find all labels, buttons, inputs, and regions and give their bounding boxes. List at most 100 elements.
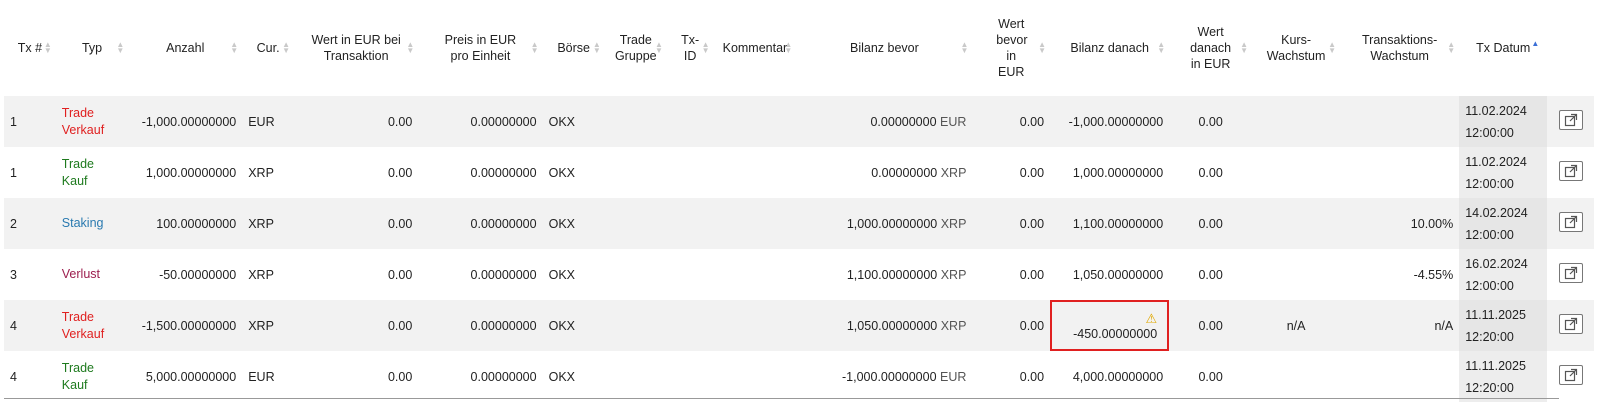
column-header[interactable]: Tx Datum ▲ [1459, 0, 1547, 96]
open-transaction-button[interactable] [1558, 365, 1583, 385]
actions-header [1547, 0, 1594, 96]
open-transaction-button[interactable] [1558, 212, 1583, 232]
type-cell: Trade Kauf [61, 360, 94, 392]
column-header[interactable]: Bilanz bevor ▲ ▼ [796, 0, 972, 96]
column-header-label: Tx # [17, 41, 43, 55]
column-header-label: Transaktions-Wachstum [1362, 33, 1438, 63]
column-header-label: Kommentar [722, 41, 788, 55]
column-header[interactable]: Kurs-Wachstum ▲ ▼ [1252, 0, 1340, 96]
exchange-cell: OKX [548, 369, 575, 384]
sort-icon[interactable]: ▲ ▼ [784, 41, 792, 55]
column-header[interactable]: Typ ▲ ▼ [56, 0, 129, 96]
column-header[interactable]: Wert bevor in EUR ▲ ▼ [972, 0, 1050, 96]
balance-after-value: -450.00000000 [1073, 326, 1158, 341]
table-bottom-border [4, 398, 1559, 399]
balance-before-cell: -1,000.00000000 EUR [796, 351, 972, 402]
sort-icon[interactable]: ▲ ▼ [702, 41, 710, 55]
tx-id-cell [667, 249, 714, 300]
sort-icon[interactable]: ▲ ▼ [593, 41, 601, 55]
tx-growth-cell [1340, 147, 1459, 198]
balance-after-cell: 1,050.00000000 [1072, 267, 1164, 282]
sort-icon[interactable]: ▲ ▼ [1328, 41, 1336, 55]
sort-icon[interactable]: ▲ ▼ [1157, 41, 1165, 55]
tx-date-cell: 11.11.2025 12:20:00 [1459, 300, 1548, 351]
sort-icon[interactable]: ▲ [1531, 40, 1539, 48]
comment-cell [713, 147, 796, 198]
trade-group-cell [605, 249, 667, 300]
table-row[interactable]: 1 Trade Verkauf -1,000.00000000 EUR 0.00 0.00… [4, 96, 1594, 147]
sort-icon[interactable]: ▲ ▼ [44, 41, 52, 55]
column-header[interactable]: Wert in EUR bei Transaktion ▲ ▼ [294, 0, 418, 96]
table-row[interactable]: 1 Trade Kauf 1,000.00000000 XRP 0.00 0.000000… [4, 147, 1594, 198]
column-header[interactable]: Preis in EUR pro Einheit ▲ ▼ [418, 0, 542, 96]
exchange-cell: OKX [548, 318, 575, 333]
column-header[interactable]: Trade Gruppe ▲ ▼ [605, 0, 667, 96]
open-transaction-button[interactable] [1558, 263, 1583, 283]
value-after-cell: 0.00 [1198, 114, 1223, 129]
sort-icon[interactable]: ▲ ▼ [531, 41, 539, 55]
column-header[interactable]: Transaktions-Wachstum ▲ ▼ [1340, 0, 1459, 96]
open-transaction-button[interactable] [1558, 110, 1583, 130]
sort-icon[interactable]: ▲ ▼ [1038, 41, 1046, 55]
table-row[interactable]: 3 Verlust -50.00000000 XRP 0.00 0.00000000 OKX… [4, 249, 1594, 300]
currency-cell: XRP [248, 165, 274, 180]
tx-date-cell: 16.02.2024 12:00:00 [1459, 249, 1548, 300]
tx-date: 11.11.2025 [1465, 358, 1526, 373]
open-transaction-button[interactable] [1558, 314, 1583, 334]
price-growth-cell [1252, 147, 1340, 198]
balance-before-cell: 0.00000000 EUR [796, 96, 972, 147]
tx-time: 12:00:00 [1465, 278, 1514, 293]
balance-before-value: 0.00000000 [871, 165, 938, 180]
table-row[interactable]: 4 Trade Verkauf -1,500.00000000 XRP 0.00 0.00… [4, 300, 1594, 351]
value-after-cell: 0.00 [1198, 318, 1223, 333]
type-cell: Trade Verkauf [61, 105, 105, 137]
warning-icon: ⚠ [1145, 310, 1158, 326]
amount-cell: -50.00000000 [159, 267, 237, 282]
value-before-cell: 0.00 [1019, 318, 1045, 333]
amount-cell: -1,500.00000000 [141, 318, 237, 333]
column-header-label: Cur. [256, 41, 280, 55]
column-header[interactable]: Anzahl ▲ ▼ [128, 0, 242, 96]
tx-time: 12:20:00 [1465, 380, 1514, 395]
price-growth-cell [1252, 96, 1340, 147]
column-header-label: Wert in EUR bei Transaktion [311, 33, 401, 63]
tx-date: 11.02.2024 [1465, 103, 1527, 118]
value-eur-cell: 0.00 [387, 267, 413, 282]
sort-icon[interactable]: ▲ ▼ [1240, 41, 1248, 55]
column-header[interactable]: Bilanz danach ▲ ▼ [1050, 0, 1169, 96]
sort-icon[interactable]: ▲ ▼ [655, 41, 663, 55]
trade-group-cell [605, 96, 667, 147]
balance-before-unit: XRP [940, 267, 967, 282]
sort-icon[interactable]: ▲ ▼ [230, 41, 238, 55]
tx-date-cell: 11.02.2024 12:00:00 [1459, 96, 1548, 147]
column-header[interactable]: Cur. ▲ ▼ [242, 0, 294, 96]
sort-icon[interactable]: ▲ ▼ [406, 41, 414, 55]
column-header[interactable]: Kommentar ▲ ▼ [713, 0, 796, 96]
tx-number-cell: 4 [10, 318, 17, 333]
sort-icon[interactable]: ▲ ▼ [282, 41, 290, 55]
open-transaction-button[interactable] [1558, 161, 1583, 181]
column-header-label: Wert danach in EUR [1190, 25, 1232, 71]
sort-icon[interactable]: ▲ ▼ [1447, 41, 1455, 55]
balance-before-cell: 1,050.00000000 XRP [796, 300, 972, 351]
tx-growth-cell [1340, 351, 1459, 402]
table-body: 1 Trade Verkauf -1,000.00000000 EUR 0.00 0.00… [4, 96, 1594, 402]
column-header[interactable]: Börse ▲ ▼ [543, 0, 605, 96]
tx-number-cell: 1 [10, 165, 17, 180]
balance-before-value: 1,100.00000000 [846, 267, 938, 282]
tx-date: 11.02.2024 [1465, 154, 1527, 169]
column-header[interactable]: Tx # ▲ ▼ [4, 0, 56, 96]
table-row[interactable]: 2 Staking 100.00000000 XRP 0.00 0.00000000 OKX… [4, 198, 1594, 249]
table-row[interactable]: 4 Trade Kauf 5,000.00000000 EUR 0.00 0.000000… [4, 351, 1594, 402]
tx-id-cell [667, 300, 714, 351]
currency-cell: EUR [248, 369, 275, 384]
sort-icon[interactable]: ▲ ▼ [116, 41, 124, 55]
price-eur-cell: 0.00000000 [470, 114, 537, 129]
exchange-cell: OKX [548, 114, 575, 129]
sort-icon[interactable]: ▲ ▼ [961, 41, 969, 55]
column-header[interactable]: Tx-ID ▲ ▼ [667, 0, 714, 96]
currency-cell: XRP [248, 216, 274, 231]
actions-cell [1547, 198, 1594, 249]
balance-after-cell: 1,000.00000000 [1072, 165, 1164, 180]
column-header[interactable]: Wert danach in EUR ▲ ▼ [1169, 0, 1252, 96]
